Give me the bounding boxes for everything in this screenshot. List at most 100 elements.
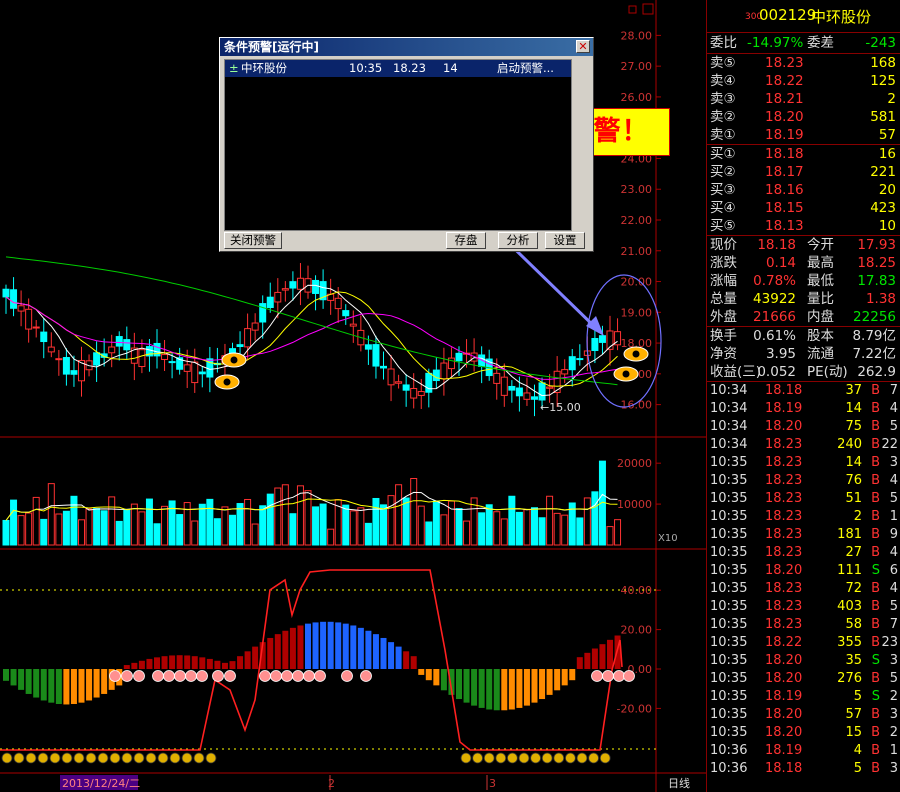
volume-bar [432,500,440,546]
volume-bar [62,510,70,546]
coin-badge [495,752,507,764]
volume-bar [229,514,236,546]
volume-bar [213,518,221,546]
volume-bar [425,521,433,546]
volume-bar [198,503,206,546]
volume-bar [266,493,274,546]
volume-bar [123,508,131,546]
indicator-tick-label: 40.00 [621,584,653,597]
volume-bar [274,487,282,546]
indicator-bar [320,621,327,669]
alert-list[interactable]: ± 中环股份 10:35 18.23 14 启动预警... [224,59,572,231]
signal-badge [152,670,164,682]
candle-body [259,303,267,323]
signal-badge [303,670,315,682]
condition-alert-dialog[interactable]: 条件预警[运行中] ✕ ± 中环股份 10:35 18.23 14 启动预警..… [219,37,594,252]
alert-price: 18.23 [393,61,426,75]
volume-bar [349,510,357,546]
indicator-bar [214,660,221,669]
indicator-bar [244,651,251,669]
volume-bar [161,505,169,546]
alert-row-icon: ± [229,61,239,75]
indicator-bar [93,669,100,698]
volume-bar [485,504,493,546]
volume-bar [100,510,108,546]
indicator-bar [327,621,334,669]
indicator-bar [523,669,530,706]
candle-body [334,297,342,310]
volume-bar [93,508,101,546]
volume-bar [372,497,380,546]
indicator-bar [55,669,62,705]
volume-bar [191,520,199,546]
price-tick-label: 28.00 [621,29,653,42]
candle-body [576,358,584,361]
tick-list[interactable]: 10:34 18.18 37 B 7 10:34 18.19 14 B 4 10:34 18.20 75… [707,382,900,778]
candle-body [236,344,244,348]
close-alert-button[interactable]: 关闭预警 [224,232,282,249]
volume-bar [55,513,63,546]
indicator-bar [599,644,606,669]
alert-row[interactable]: ± 中环股份 10:35 18.23 14 启动预警... [225,60,571,77]
tick-row: 10:35 18.23 51 B 5 [710,491,898,506]
indicator-bar [456,669,462,700]
ask-row: 卖① 18.19 57 [710,127,896,143]
volume-bar [546,495,554,546]
close-icon[interactable]: ✕ [576,40,590,53]
indicator-bar [403,651,410,669]
indicator-bar [388,642,395,669]
coin-badge [25,752,37,764]
candle-body [161,354,169,360]
price-tick-label: 20.00 [621,276,653,289]
volume-bar [85,508,93,546]
analyze-button[interactable]: 分析 [498,232,538,249]
indicator-bar [10,669,17,686]
settings-button[interactable]: 设置 [545,232,585,249]
tick-row: 10:35 18.23 76 B 4 [710,473,898,488]
month-label: 2 [328,777,335,790]
candle-body [349,323,357,327]
coin-badge [193,752,205,764]
tick-row: 10:35 18.23 14 B 3 [710,455,898,470]
coin-badge [37,752,49,764]
indicator-bar [584,652,591,669]
candle-body [40,331,48,343]
indicator-bar [123,665,130,669]
low-price-annotation: ←15.00 [540,401,581,414]
eye-icon [223,378,231,386]
volume-unit-label: X10 [658,533,678,544]
candle-body [168,361,176,364]
signal-badge [314,670,326,682]
candle-body [440,362,448,380]
volume-bar [70,495,78,546]
signal-badge [270,670,282,682]
volume-bar [47,483,55,546]
indicator-bar [493,669,500,711]
coin-badge [588,752,599,764]
volume-bar [130,503,138,546]
coin-badge [133,752,145,764]
signal-badge [185,670,197,682]
candle-body [546,386,554,389]
indicator-bar [221,662,228,669]
alert-time: 10:35 [349,61,383,75]
signal-badge [196,670,208,682]
volume-bar [221,506,229,546]
volume-bar [78,519,85,546]
coin-badge [85,752,97,764]
save-button[interactable]: 存盘 [446,232,486,249]
eye-icon [632,350,640,358]
volume-bar [387,495,395,546]
coin-badge [530,752,541,764]
coin-badge [541,752,553,764]
coin-badge [145,752,157,764]
dialog-title[interactable]: 条件预警[运行中] ✕ [220,38,593,56]
indicator-bar [70,669,77,705]
stock-name: 中环股份 [811,8,872,26]
indicator-bar [433,669,440,686]
price-tick-label: 23.00 [621,183,653,196]
quote-row: 净资 3.95 流通 7.22亿 [710,346,896,362]
candle-body [342,310,350,317]
alert-stock-name: 中环股份 [241,61,287,75]
candle-body [296,277,304,290]
